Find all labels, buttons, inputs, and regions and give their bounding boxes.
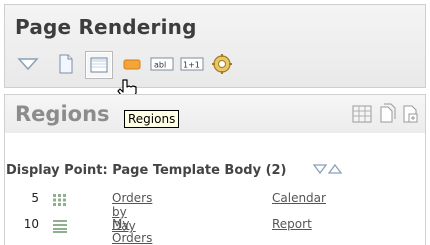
triangle-down-icon[interactable] <box>15 51 41 77</box>
row-sequence: 5 <box>31 191 39 205</box>
region-name-link[interactable]: My Orders <box>112 217 152 245</box>
display-point-label: Display Point: Page Template Body (2) <box>6 163 287 178</box>
computation-icon[interactable]: 1+1 <box>179 51 205 77</box>
row-sequence: 10 <box>23 217 39 231</box>
page-rendering-panel: Page Rendering abl 1+1 <box>4 4 426 88</box>
regions-title: Regions <box>15 102 110 126</box>
svg-text:1+1: 1+1 <box>183 61 200 70</box>
region-type-link[interactable]: Calendar <box>272 191 326 205</box>
add-region-icon[interactable] <box>401 103 421 125</box>
button-icon[interactable] <box>119 51 145 77</box>
page-icon[interactable] <box>53 51 79 77</box>
process-gear-icon[interactable] <box>209 51 235 77</box>
copy-icon[interactable] <box>377 103 397 125</box>
report-lines-icon <box>53 220 67 233</box>
calendar-grid-icon <box>53 194 66 206</box>
page-title: Page Rendering <box>15 15 197 39</box>
region-icon[interactable] <box>85 51 113 79</box>
sort-arrows-icon[interactable] <box>313 162 343 176</box>
regions-tooltip: Regions <box>124 110 180 128</box>
text-item-icon[interactable]: abl <box>149 51 175 77</box>
grid-create-icon[interactable] <box>351 103 373 125</box>
region-type-link[interactable]: Report <box>272 217 312 231</box>
svg-text:abl: abl <box>154 61 166 70</box>
